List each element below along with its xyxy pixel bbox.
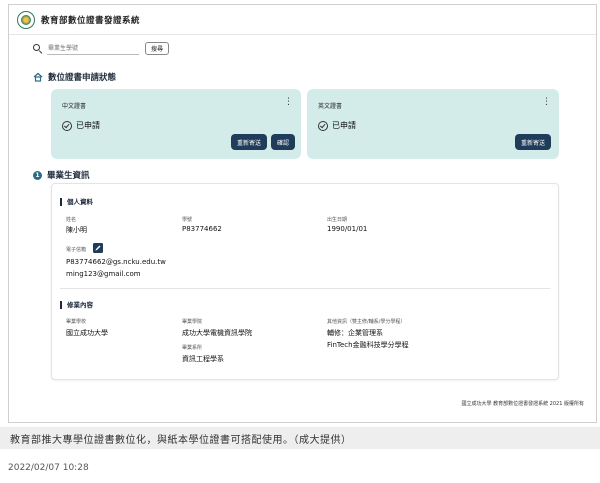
birth-date-value: 1990/01/01 bbox=[327, 225, 368, 233]
check-circle-icon bbox=[318, 120, 328, 131]
department-label: 畢業系所 bbox=[182, 345, 203, 351]
other-info-label: 其他資訊（雙主修/輔系/學分學程） bbox=[327, 319, 406, 325]
school-value: 國立成功大學 bbox=[66, 329, 108, 337]
personal-info-title: 個人資料 bbox=[60, 198, 93, 206]
resend-button[interactable]: 重新寄送 bbox=[514, 134, 551, 150]
department-value: 資訊工程學系 bbox=[182, 355, 224, 363]
search-icon bbox=[33, 43, 43, 54]
card-status: 已申請 bbox=[62, 120, 100, 131]
top-bar: 教育部數位證書發證系統 bbox=[9, 5, 596, 35]
footer-copyright: 國立成功大學 教育部數位證書發證系統 2021 版權所有 bbox=[461, 401, 585, 407]
search-button[interactable]: 搜尋 bbox=[145, 42, 170, 55]
app-title: 教育部數位證書發證系統 bbox=[41, 15, 141, 26]
study-info-title: 修業內容 bbox=[60, 301, 93, 309]
student-id-label: 學號 bbox=[182, 217, 193, 223]
school-label: 畢業學校 bbox=[66, 319, 87, 325]
check-circle-icon bbox=[62, 120, 72, 131]
student-id-value: P83774662 bbox=[182, 225, 222, 233]
email-value-1: P83774662@gs.ncku.edu.tw bbox=[66, 258, 166, 266]
college-value: 成功大學電機資訊學院 bbox=[182, 329, 252, 337]
card-status: 已申請 bbox=[318, 120, 356, 131]
english-certificate-card: 英文證書 ⋮ 已申請 重新寄送 bbox=[307, 89, 559, 159]
divider bbox=[60, 288, 550, 289]
birth-date-label: 出生日期 bbox=[327, 217, 348, 223]
image-caption: 教育部推大專學位證書數位化，與紙本學位證書可搭配使用。（成大提供） bbox=[0, 427, 600, 449]
moe-logo-icon bbox=[17, 10, 35, 29]
status-section-title-text: 數位證書申請狀態 bbox=[48, 73, 117, 83]
other-info-value-1: 輔修：企業管理系 bbox=[327, 329, 383, 337]
step-badge: 1 bbox=[33, 170, 42, 180]
name-label: 姓名 bbox=[66, 217, 77, 223]
screenshot-frame: 教育部數位證書發證系統 搜尋 數位證書申請狀態 中文證書 ⋮ 已申請 重新寄送 … bbox=[8, 4, 597, 423]
card-label: 英文證書 bbox=[318, 103, 343, 110]
chinese-certificate-card: 中文證書 ⋮ 已申請 重新寄送 確認 bbox=[51, 89, 301, 159]
graduate-info-panel: 個人資料 姓名 陳小明 學號 P83774662 出生日期 1990/01/01… bbox=[51, 183, 559, 380]
house-icon bbox=[33, 72, 43, 82]
more-options-icon[interactable]: ⋮ bbox=[542, 98, 551, 107]
graduate-section-title: 1 畢業生資訊 bbox=[33, 169, 90, 181]
more-options-icon[interactable]: ⋮ bbox=[284, 98, 293, 107]
edit-pencil-icon[interactable] bbox=[93, 243, 103, 253]
status-section-title: 數位證書申請狀態 bbox=[33, 71, 116, 83]
other-info-value-2: FinTech金融科技學分學程 bbox=[327, 341, 409, 349]
email-label: 電子信箱 bbox=[66, 247, 87, 253]
name-value: 陳小明 bbox=[66, 226, 87, 234]
status-text: 已申請 bbox=[332, 121, 356, 130]
student-id-search-input[interactable] bbox=[47, 42, 139, 55]
email-value-2: ming123@gmail.com bbox=[66, 270, 141, 278]
confirm-button[interactable]: 確認 bbox=[270, 134, 295, 150]
search-row: 搜尋 bbox=[33, 42, 170, 55]
graduate-section-title-text: 畢業生資訊 bbox=[47, 171, 90, 181]
resend-button[interactable]: 重新寄送 bbox=[230, 134, 267, 150]
status-text: 已申請 bbox=[76, 121, 100, 130]
college-label: 畢業學院 bbox=[182, 319, 203, 325]
card-label: 中文證書 bbox=[62, 103, 87, 110]
publish-date: 2022/02/07 10:28 bbox=[8, 463, 89, 473]
